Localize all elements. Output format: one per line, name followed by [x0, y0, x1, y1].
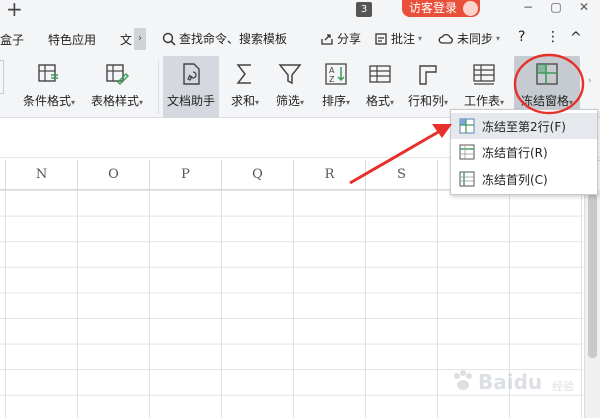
sort-button[interactable]: AZ 排序▾	[316, 56, 356, 118]
sort-icon: AZ	[325, 63, 347, 85]
rows-columns-button[interactable]: 行和列▾	[404, 56, 452, 118]
scrollbar-thumb[interactable]	[588, 194, 597, 358]
freeze-panes-icon	[536, 63, 558, 85]
minimize-button[interactable]: −	[516, 0, 540, 18]
chevron-right-icon[interactable]: ›	[588, 76, 592, 86]
menu-item-label: 冻结首列(C)	[482, 172, 548, 187]
sort-label: 排序	[321, 94, 346, 108]
worksheet-icon	[473, 64, 495, 85]
menu-item-freeze-first-column[interactable]: 冻结首列(C)	[451, 166, 597, 192]
table-style-label: 表格样式	[90, 94, 139, 108]
guest-login-button[interactable]: 访客登录	[402, 0, 480, 17]
cloud-icon	[438, 33, 453, 44]
search-command[interactable]: 查找命令、搜索模板	[162, 30, 287, 47]
search-label: 查找命令、搜索模板	[179, 32, 288, 46]
guest-login-label: 访客登录	[409, 1, 458, 15]
menu-item-freeze-to-row-2[interactable]: 冻结至第2行(F)	[451, 113, 597, 139]
tab-toolbox[interactable]: 盒子	[0, 31, 24, 48]
column-header-r[interactable]: R	[294, 160, 366, 190]
paw-icon	[454, 370, 472, 390]
menu-bar: 盒子 特色应用 文 › 查找命令、搜索模板 分享 批注 ▾ 未同步 ▾ ? ⋮ …	[0, 20, 600, 56]
annotate-button[interactable]: 批注 ▾	[374, 30, 422, 47]
freeze-row-icon	[459, 118, 475, 134]
chevron-down-icon: ▾	[496, 34, 501, 43]
share-button[interactable]: 分享	[320, 30, 361, 47]
rows-columns-icon	[419, 65, 437, 85]
tab-file-truncated[interactable]: 文	[120, 31, 132, 48]
sync-status[interactable]: 未同步 ▾	[438, 30, 500, 47]
tabs-scroll-right-button[interactable]: ›	[134, 28, 146, 50]
close-button[interactable]: ✕	[572, 0, 596, 18]
new-tab-button[interactable]: +	[6, 0, 23, 21]
freeze-panes-label: 冻结窗格	[520, 94, 569, 108]
collapse-ribbon-button[interactable]: ^	[570, 30, 582, 46]
restore-button[interactable]: ▢	[544, 0, 568, 18]
freeze-panes-dropdown: 冻结至第2行(F) 冻结首行(R) 冻结首列(C)	[450, 109, 598, 195]
conditional-format-button[interactable]: 条件格式▾	[16, 56, 82, 118]
format-label: 格式	[365, 94, 390, 108]
sum-icon	[236, 64, 251, 84]
format-button[interactable]: 格式▾	[360, 56, 400, 118]
search-icon	[162, 32, 176, 46]
ribbon-separator	[158, 60, 159, 114]
worksheet-label: 工作表	[463, 94, 500, 108]
tab-features[interactable]: 特色应用	[48, 31, 96, 48]
menu-item-label: 冻结首行(R)	[482, 145, 548, 160]
svg-text:A: A	[329, 66, 335, 75]
column-header-n[interactable]: N	[6, 160, 78, 190]
menu-item-freeze-first-row[interactable]: 冻结首行(R)	[451, 139, 597, 165]
document-assistant-button[interactable]: 文档助手	[163, 56, 219, 118]
column-header-o[interactable]: O	[78, 160, 150, 190]
filter-icon	[278, 64, 302, 85]
watermark-text: Baidu	[478, 370, 543, 394]
sync-label: 未同步	[457, 32, 494, 46]
filter-button[interactable]: 筛选▾	[270, 56, 310, 118]
table-style-button[interactable]: 表格样式▾	[84, 56, 150, 118]
column-header-p[interactable]: P	[150, 160, 222, 190]
title-bar: + 3 访客登录 − ▢ ✕	[0, 0, 600, 21]
conditional-format-icon	[38, 64, 58, 82]
document-assistant-label: 文档助手	[166, 94, 215, 108]
share-label: 分享	[337, 32, 362, 46]
comment-icon	[375, 32, 387, 45]
rows-columns-label: 行和列	[407, 94, 444, 108]
column-header-q[interactable]: Q	[222, 160, 294, 190]
column-header-s[interactable]: S	[366, 160, 438, 190]
avatar	[463, 1, 478, 16]
help-button[interactable]: ?	[518, 29, 525, 45]
freeze-first-row-icon	[459, 144, 475, 160]
share-icon	[321, 33, 333, 45]
table-style-icon	[106, 64, 129, 85]
ribbon-left-edge	[0, 60, 4, 94]
annotate-label: 批注	[391, 32, 416, 46]
watermark-subtext: 经验	[552, 380, 574, 393]
more-options-button[interactable]: ⋮	[546, 29, 560, 45]
sum-button[interactable]: 求和▾	[226, 56, 264, 118]
freeze-first-column-icon	[459, 171, 475, 187]
baidu-watermark: Baidu 经验	[448, 360, 588, 400]
menu-item-label: 冻结至第2行(F)	[482, 119, 566, 134]
conditional-format-label: 条件格式	[22, 94, 71, 108]
svg-text:Z: Z	[329, 75, 335, 84]
document-assistant-icon	[183, 63, 200, 85]
chevron-down-icon: ▾	[418, 34, 423, 43]
tab-count-badge[interactable]: 3	[356, 2, 372, 17]
sum-label: 求和	[230, 94, 255, 108]
filter-label: 筛选	[275, 94, 300, 108]
format-icon	[369, 65, 391, 83]
